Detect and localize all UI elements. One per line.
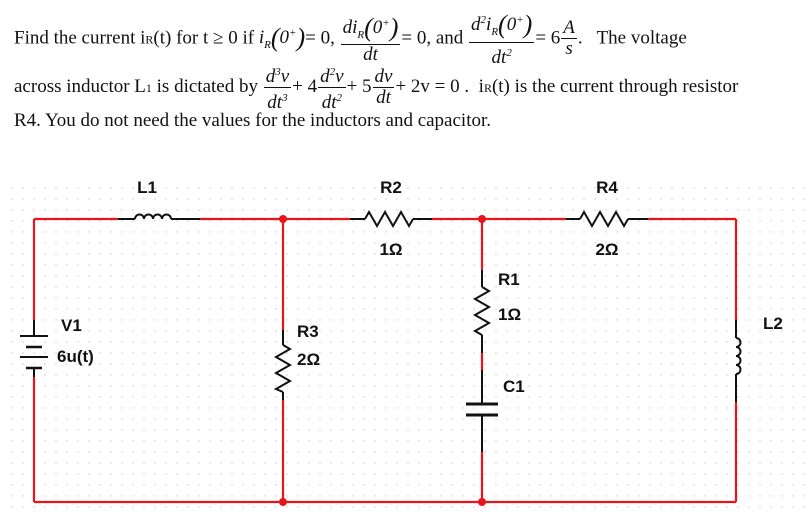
label-R3: R3 — [297, 322, 319, 341]
label-L1: L1 — [137, 178, 157, 197]
value-R4: 2Ω — [595, 240, 618, 259]
label-R2: R2 — [380, 178, 402, 197]
value-V1: 6u(t) — [57, 347, 94, 366]
junction-dot — [279, 215, 287, 223]
label-R4: R4 — [596, 178, 618, 197]
label-V1: V1 — [61, 316, 82, 335]
value-R1: 1Ω — [498, 305, 521, 324]
junction-dot — [478, 498, 486, 506]
junction-dot — [478, 215, 486, 223]
circuit-schematic: L1 R2 1Ω R4 2Ω R3 2Ω R1 1Ω C1 V1 6u(t) L… — [10, 178, 811, 515]
value-R2: 1Ω — [379, 240, 402, 259]
label-R1: R1 — [498, 270, 520, 289]
label-C1: C1 — [503, 377, 525, 396]
value-R3: 2Ω — [297, 350, 320, 369]
junction-dot — [279, 498, 287, 506]
grid-background — [10, 185, 811, 515]
label-L2: L2 — [763, 314, 783, 333]
